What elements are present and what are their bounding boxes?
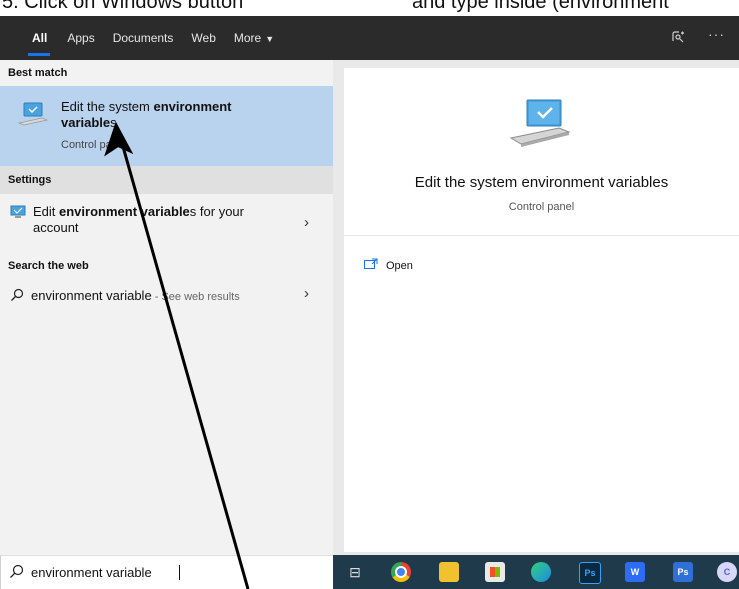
search-box[interactable]: environment variable — [0, 555, 333, 589]
feedback-icon[interactable] — [670, 29, 686, 48]
tab-documents[interactable]: Documents — [104, 16, 183, 60]
open-action[interactable]: Open — [364, 256, 413, 276]
caption-left: 5. Click on Windows button — [2, 0, 244, 13]
search-web-header: Search the web — [8, 260, 89, 272]
best-match-item[interactable]: Edit the system environment variables Con… — [0, 86, 333, 166]
settings-monitor-icon — [10, 205, 26, 224]
best-match-subtitle: Control panel — [61, 139, 127, 151]
settings-header-bar: Settings — [0, 166, 333, 194]
tab-all[interactable]: All — [18, 16, 58, 60]
settings-item[interactable]: Edit environment variables for your accou… — [0, 200, 333, 244]
best-match-title: Edit the system environment variables — [61, 99, 232, 130]
system-monitor-icon — [17, 101, 49, 132]
caption-strip: 5. Click on Windows button and type insi… — [0, 0, 739, 16]
system-monitor-large-icon — [509, 94, 573, 155]
settings-header: Settings — [8, 174, 52, 186]
results-panel: Best match Edit the system environment va… — [0, 60, 333, 555]
open-icon — [364, 257, 378, 275]
divider — [344, 235, 739, 236]
caption-right: and type inside (environment — [412, 0, 669, 13]
store-icon[interactable] — [485, 562, 505, 582]
photoshop-icon-2[interactable]: Ps — [673, 562, 693, 582]
tab-web[interactable]: Web — [182, 16, 224, 60]
edge-icon[interactable] — [531, 562, 551, 582]
browser-icon[interactable]: C — [717, 562, 737, 582]
chevron-down-icon: ▼ — [265, 34, 275, 44]
settings-item-label: Edit environment variables for your accou… — [33, 204, 244, 235]
chrome-icon[interactable] — [391, 562, 411, 582]
search-icon — [9, 564, 24, 584]
web-result-item[interactable]: environment variable - See web results › — [0, 283, 333, 311]
open-label: Open — [386, 260, 413, 272]
chevron-right-icon[interactable]: › — [304, 285, 309, 302]
web-result-label: environment variable - See web results — [31, 288, 240, 303]
task-view-icon[interactable]: ⊟ — [345, 562, 365, 582]
photoshop-icon[interactable]: Ps — [579, 562, 601, 584]
text-cursor — [179, 565, 180, 580]
detail-title: Edit the system environment variables — [414, 174, 669, 191]
more-options-icon[interactable]: ··· — [708, 26, 725, 42]
search-input[interactable]: environment variable — [31, 565, 152, 580]
taskbar: ⊟ Ps W Ps C — [333, 555, 739, 589]
search-icon — [10, 288, 24, 307]
chevron-right-icon[interactable]: › — [304, 214, 309, 231]
search-tab-bar: All Apps Documents Web More ▼ ··· — [0, 16, 739, 60]
detail-panel: Edit the system environment variables Co… — [333, 60, 739, 555]
wps-icon[interactable]: W — [625, 562, 645, 582]
tab-more[interactable]: More ▼ — [225, 16, 283, 60]
detail-card: Edit the system environment variables Co… — [344, 68, 739, 552]
tab-apps[interactable]: Apps — [58, 16, 103, 60]
best-match-header: Best match — [8, 67, 68, 79]
file-explorer-icon[interactable] — [439, 562, 459, 582]
detail-subtitle: Control panel — [508, 201, 575, 213]
